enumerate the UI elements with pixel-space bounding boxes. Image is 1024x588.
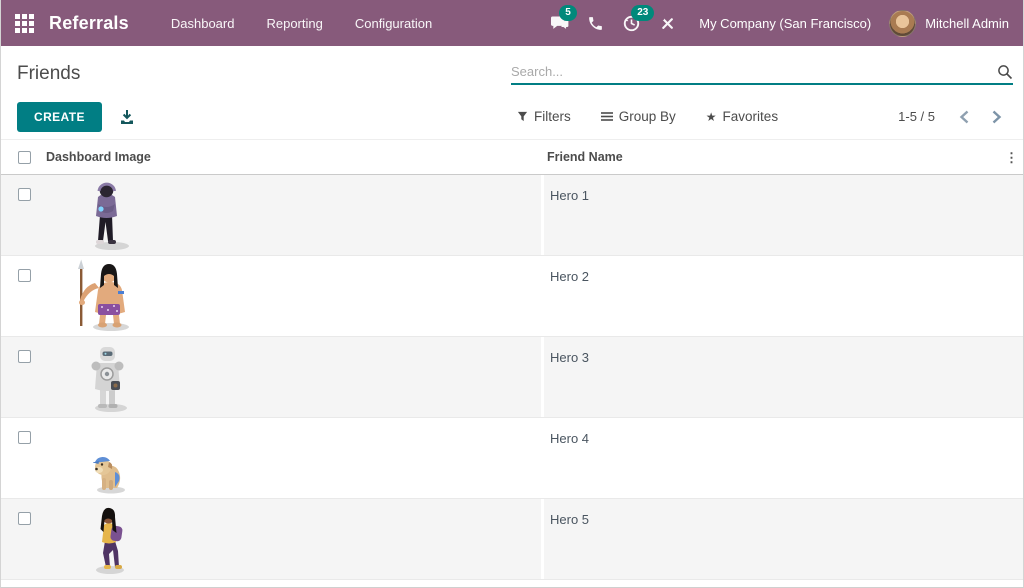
chevron-left-icon (959, 110, 970, 124)
hero3-image-robot-armor (69, 339, 145, 413)
table-row[interactable]: Hero 5 (1, 499, 1023, 580)
dashboard-image-cell (41, 175, 541, 255)
friend-name-cell: Hero 3 (541, 337, 1005, 417)
hero5-image-woman-backpack (69, 501, 145, 575)
menu-configuration[interactable]: Configuration (339, 0, 448, 46)
menu-dashboard[interactable]: Dashboard (155, 0, 251, 46)
hero2-image-barbarian-spear (69, 258, 145, 332)
table-row[interactable]: Hero 4 (1, 418, 1023, 499)
tools-button[interactable] (649, 0, 685, 46)
crossed-tools-icon (659, 15, 676, 32)
pager-previous-button[interactable] (953, 106, 975, 128)
filters-button[interactable]: Filters (517, 109, 571, 124)
row-checkbox[interactable] (18, 188, 31, 201)
dashboard-image-cell (41, 418, 541, 498)
main-navbar: Referrals Dashboard Reporting Configurat… (1, 0, 1023, 46)
phone-icon (587, 15, 604, 32)
menu-reporting[interactable]: Reporting (250, 0, 338, 46)
group-by-button[interactable]: Group By (601, 109, 676, 124)
table-row[interactable]: Hero 3 (1, 337, 1023, 418)
star-icon: ★ (706, 110, 717, 124)
filter-funnel-icon (517, 111, 528, 122)
create-button[interactable]: CREATE (17, 102, 102, 132)
friend-name-cell: Hero 4 (541, 418, 1005, 498)
favorites-label: Favorites (723, 109, 779, 124)
filters-label: Filters (534, 109, 571, 124)
select-all-checkbox[interactable] (18, 151, 31, 164)
control-panel-bottom: CREATE Filters Group By ★ F (1, 94, 1023, 139)
row-checkbox[interactable] (18, 350, 31, 363)
pager-range: 1-5 / 5 (898, 109, 935, 124)
page-title: Friends (17, 63, 511, 85)
table-row[interactable]: Hero 1 (1, 175, 1023, 256)
activities-button[interactable]: 23 (613, 0, 649, 46)
systray: 5 23 (541, 0, 1009, 46)
search-input[interactable] (511, 64, 997, 79)
user-menu[interactable]: Mitchell Admin (889, 10, 1009, 37)
calls-button[interactable] (577, 0, 613, 46)
pager: 1-5 / 5 (898, 106, 1007, 128)
messages-button[interactable]: 5 (541, 0, 577, 46)
row-checkbox[interactable] (18, 269, 31, 282)
friends-list: Dashboard Image Friend Name ⋮ (1, 139, 1023, 580)
search-icon[interactable] (997, 64, 1013, 80)
table-row[interactable]: Hero 2 (1, 256, 1023, 337)
apps-menu-button[interactable] (1, 0, 47, 46)
friend-name-cell: Hero 2 (541, 256, 1005, 336)
app-title[interactable]: Referrals (49, 13, 129, 34)
export-button[interactable] (119, 109, 135, 125)
search-box (511, 64, 1013, 85)
group-by-label: Group By (619, 109, 676, 124)
friend-name-cell: Hero 5 (541, 499, 1005, 579)
user-avatar (889, 10, 916, 37)
chevron-right-icon (991, 110, 1002, 124)
column-header-dashboard-image[interactable]: Dashboard Image (41, 150, 541, 164)
optional-columns-toggle-icon[interactable]: ⋮ (1005, 151, 1023, 164)
apps-grid-icon (15, 14, 34, 33)
row-checkbox[interactable] (18, 512, 31, 525)
hero4-image-dog-blue-cap (69, 420, 145, 494)
column-header-friend-name[interactable]: Friend Name (541, 150, 1005, 164)
table-header: Dashboard Image Friend Name ⋮ (1, 139, 1023, 175)
messages-badge: 5 (559, 5, 577, 21)
dashboard-image-cell (41, 337, 541, 417)
top-menu: Dashboard Reporting Configuration (155, 0, 448, 46)
dashboard-image-cell (41, 256, 541, 336)
user-name: Mitchell Admin (925, 16, 1009, 31)
friend-name-cell: Hero 1 (541, 175, 1005, 255)
row-checkbox[interactable] (18, 431, 31, 444)
favorites-button[interactable]: ★ Favorites (706, 109, 778, 124)
group-by-icon (601, 111, 613, 122)
search-options: Filters Group By ★ Favorites (517, 109, 778, 124)
pager-next-button[interactable] (985, 106, 1007, 128)
download-icon (119, 109, 135, 125)
app-window: Referrals Dashboard Reporting Configurat… (0, 0, 1024, 588)
control-panel-top: Friends (1, 46, 1023, 94)
company-switcher[interactable]: My Company (San Francisco) (685, 16, 889, 31)
hero1-image-person-purple-hoodie (69, 177, 145, 251)
dashboard-image-cell (41, 499, 541, 579)
